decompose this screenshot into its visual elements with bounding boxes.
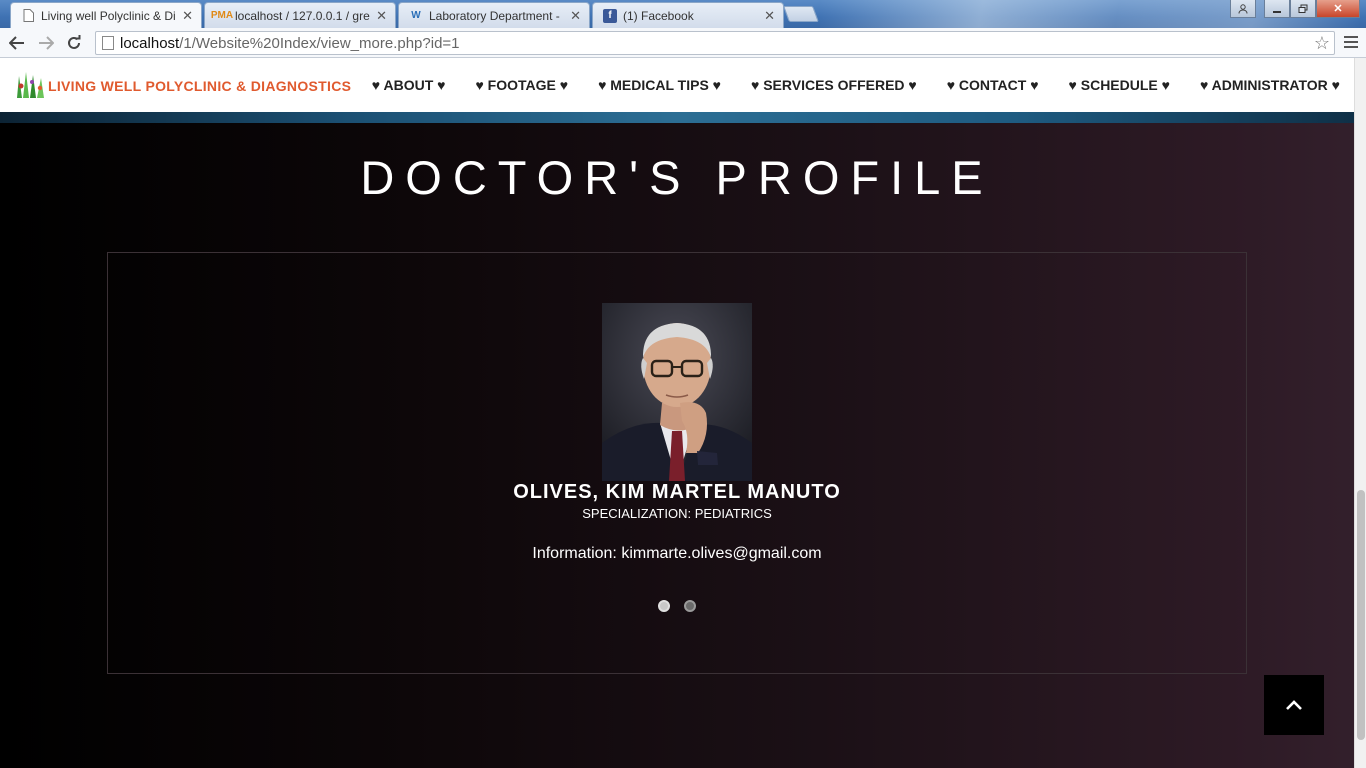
logo-icon[interactable] xyxy=(14,70,48,100)
reload-icon[interactable] xyxy=(64,33,84,53)
site-header: LIVING WELL POLYCLINIC & DIAGNOSTICS ♥ A… xyxy=(0,58,1354,112)
nav-administrator[interactable]: ♥ ADMINISTRATOR ♥ xyxy=(1200,77,1340,93)
carousel-dot[interactable] xyxy=(658,600,670,612)
url-host: localhost xyxy=(120,34,180,52)
doctor-specialization: SPECIALIZATION: PEDIATRICS xyxy=(582,506,772,521)
page-viewport: LIVING WELL POLYCLINIC & DIAGNOSTICS ♥ A… xyxy=(0,58,1366,768)
chevron-up-icon xyxy=(1286,700,1302,710)
banner-strip xyxy=(0,112,1354,123)
close-icon[interactable]: ✕ xyxy=(764,8,775,24)
close-icon[interactable]: ✕ xyxy=(376,8,387,24)
back-to-top-button[interactable] xyxy=(1264,675,1324,735)
doctor-photo xyxy=(602,303,752,481)
doctor-information: Information: kimmarte.olives@gmail.com xyxy=(532,545,822,562)
tab-title: Laboratory Department - xyxy=(429,8,560,23)
window-controls: ✕ xyxy=(1230,0,1360,18)
page-icon xyxy=(21,9,35,23)
carousel-dot[interactable] xyxy=(684,600,696,612)
section-title: DOCTOR'S PROFILE xyxy=(360,151,994,204)
weebly-icon: W xyxy=(411,10,421,21)
main-nav: ♥ ABOUT ♥ ♥ FOOTAGE ♥ ♥ MEDICAL TIPS ♥ ♥… xyxy=(342,77,1340,93)
browser-tab[interactable]: f (1) Facebook ✕ xyxy=(592,2,784,28)
page-icon xyxy=(102,36,114,50)
nav-footage[interactable]: ♥ FOOTAGE ♥ xyxy=(475,77,568,93)
nav-about[interactable]: ♥ ABOUT ♥ xyxy=(372,77,446,93)
tab-title: Living well Polyclinic & Di xyxy=(41,8,176,23)
user-icon[interactable] xyxy=(1230,0,1256,18)
chrome-menu-icon[interactable] xyxy=(1342,33,1360,51)
new-tab-button[interactable] xyxy=(783,6,819,22)
nav-contact[interactable]: ♥ CONTACT ♥ xyxy=(947,77,1039,93)
back-arrow-icon[interactable] xyxy=(7,33,27,53)
doctor-profile-card: OLIVES, KIM MARTEL MANUTO SPECIALIZATION… xyxy=(107,252,1247,674)
restore-button[interactable] xyxy=(1290,0,1316,18)
minimize-button[interactable] xyxy=(1264,0,1290,18)
nav-medical-tips[interactable]: ♥ MEDICAL TIPS ♥ xyxy=(598,77,721,93)
address-bar[interactable]: localhost /1/Website%20Index/view_more.p… xyxy=(95,31,1335,55)
brand-name[interactable]: LIVING WELL POLYCLINIC & DIAGNOSTICS xyxy=(48,78,351,94)
page-scrollbar[interactable] xyxy=(1354,58,1366,768)
browser-toolbar: localhost /1/Website%20Index/view_more.p… xyxy=(0,28,1366,58)
scrollbar-thumb[interactable] xyxy=(1357,490,1365,740)
close-window-button[interactable]: ✕ xyxy=(1316,0,1360,18)
bookmark-star-icon[interactable]: ☆ xyxy=(1314,33,1330,54)
nav-services-offered[interactable]: ♥ SERVICES OFFERED ♥ xyxy=(751,77,917,93)
close-icon[interactable]: ✕ xyxy=(570,8,581,24)
forward-arrow-icon[interactable] xyxy=(36,33,56,53)
browser-tabstrip: Living well Polyclinic & Di ✕ PMA localh… xyxy=(0,0,1366,28)
facebook-icon: f xyxy=(603,8,617,23)
close-icon[interactable]: ✕ xyxy=(182,8,193,24)
carousel-pagination xyxy=(108,600,1246,612)
phpmyadmin-icon: PMA xyxy=(210,10,234,21)
nav-schedule[interactable]: ♥ SCHEDULE ♥ xyxy=(1069,77,1170,93)
browser-tab[interactable]: W Laboratory Department - ✕ xyxy=(398,2,590,28)
tab-title: (1) Facebook xyxy=(623,8,694,23)
doctor-name: OLIVES, KIM MARTEL MANUTO xyxy=(513,481,841,503)
url-path: /1/Website%20Index/view_more.php?id=1 xyxy=(179,34,460,52)
browser-tab[interactable]: PMA localhost / 127.0.0.1 / gre ✕ xyxy=(204,2,396,28)
browser-tab[interactable]: Living well Polyclinic & Di ✕ xyxy=(10,2,202,28)
tab-title: localhost / 127.0.0.1 / gre xyxy=(235,8,370,23)
